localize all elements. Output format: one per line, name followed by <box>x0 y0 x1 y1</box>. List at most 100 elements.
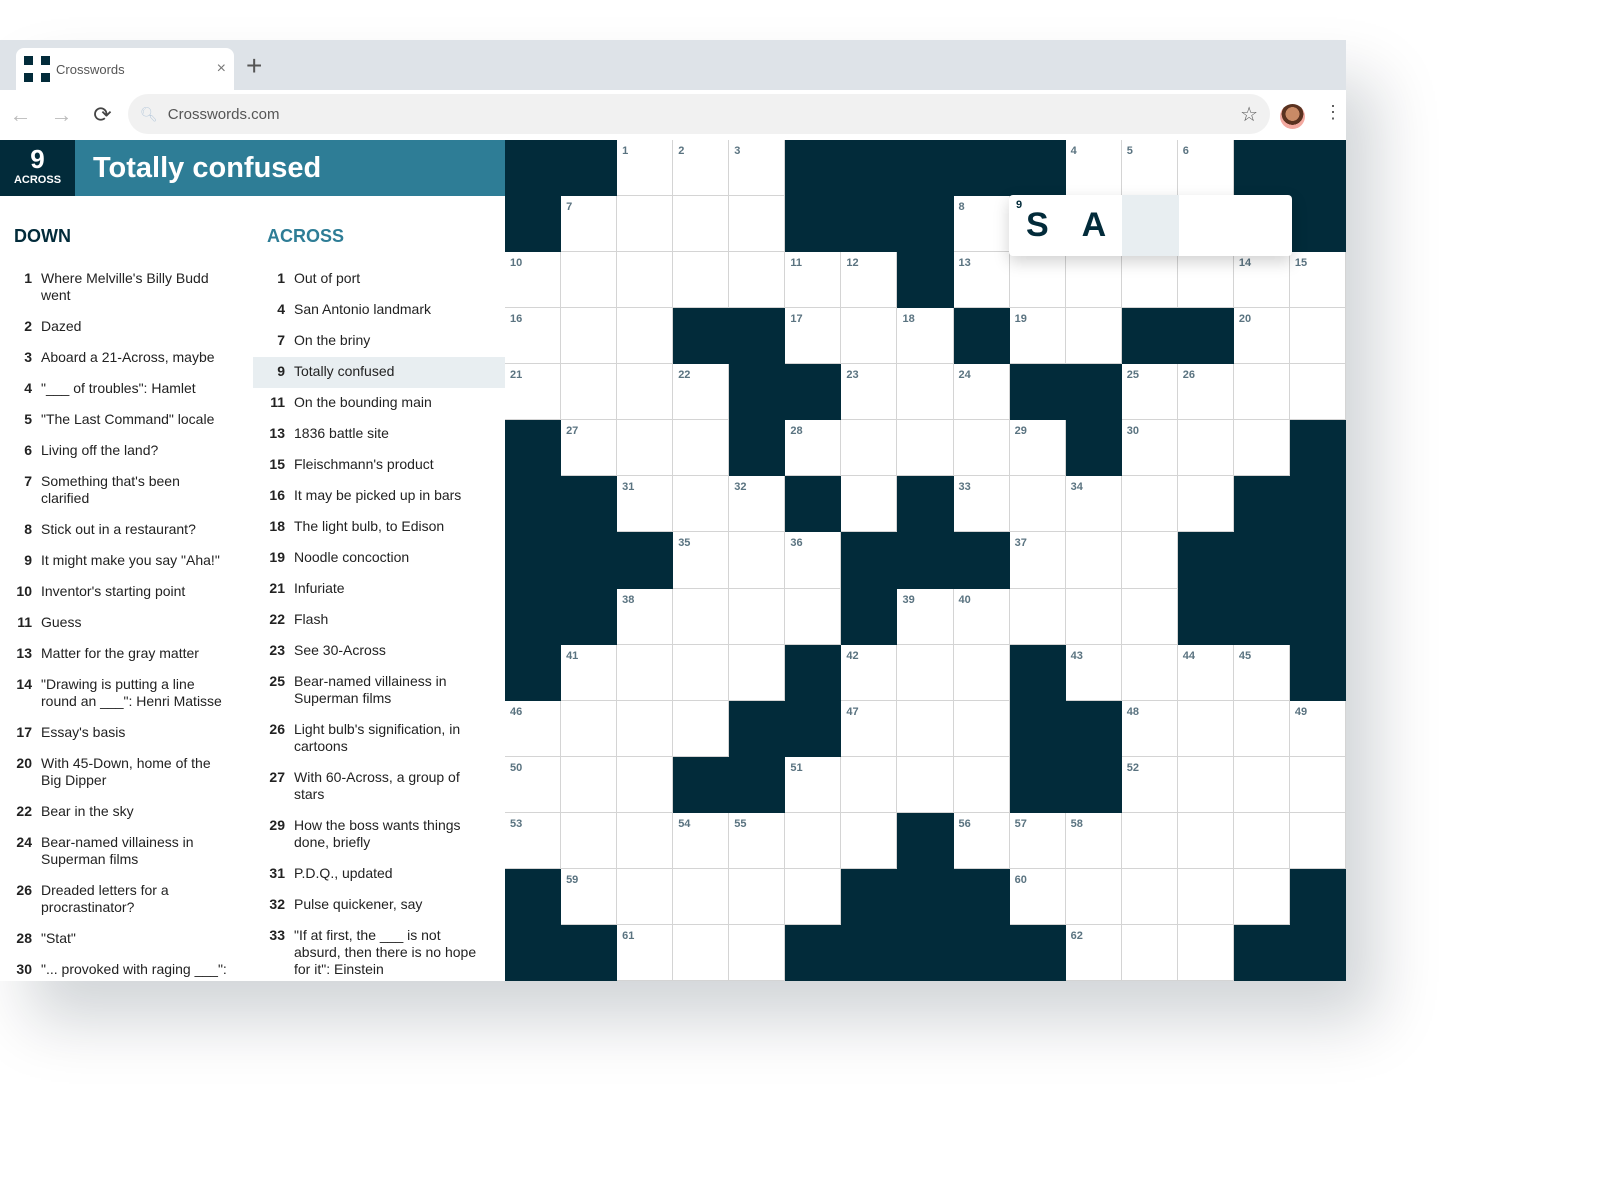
grid-cell[interactable] <box>617 252 674 309</box>
grid-cell[interactable]: 8 <box>953 196 1010 253</box>
kebab-menu-icon[interactable]: ⋮ <box>1324 102 1342 123</box>
grid-cell[interactable] <box>617 644 674 701</box>
clue-item[interactable]: 5 "The Last Command" locale <box>0 405 252 436</box>
clue-item[interactable]: 11 Guess <box>0 608 252 639</box>
forward-arrow-icon[interactable]: → <box>41 102 82 128</box>
grid-cell[interactable]: 58 <box>1065 812 1122 869</box>
back-arrow-icon[interactable]: ← <box>0 102 41 128</box>
grid-cell[interactable] <box>841 812 898 869</box>
grid-cell[interactable]: 50 <box>505 756 562 813</box>
address-bar[interactable]: 🔍︎ Crosswords.com ☆ <box>128 94 1270 134</box>
grid-cell[interactable] <box>617 364 674 421</box>
grid-cell[interactable] <box>1233 364 1290 421</box>
grid-cell[interactable] <box>729 868 786 925</box>
grid-cell[interactable]: 21 <box>505 364 562 421</box>
grid-cell[interactable]: 10 <box>505 252 562 309</box>
grid-cell[interactable]: 2 <box>673 140 730 197</box>
grid-cell[interactable] <box>953 644 1010 701</box>
grid-cell[interactable] <box>729 924 786 981</box>
grid-cell[interactable] <box>785 868 842 925</box>
grid-cell[interactable]: 44 <box>1177 644 1234 701</box>
grid-cell[interactable]: 62 <box>1065 924 1122 981</box>
clue-item[interactable]: 23 See 30-Across <box>253 636 505 667</box>
grid-cell[interactable] <box>1177 700 1234 757</box>
grid-cell[interactable] <box>673 420 730 477</box>
grid-cell[interactable] <box>729 252 786 309</box>
grid-cell[interactable] <box>1233 756 1290 813</box>
grid-cell[interactable]: 34 <box>1065 476 1122 533</box>
clue-item[interactable]: 22 Flash <box>253 605 505 636</box>
clue-item[interactable]: 11 On the bounding main <box>253 388 505 419</box>
clue-item[interactable]: 1 Out of port <box>253 264 505 295</box>
grid-cell[interactable]: 41 <box>561 644 618 701</box>
grid-cell[interactable] <box>561 252 618 309</box>
grid-cell[interactable]: 45 <box>1233 644 1290 701</box>
clue-item[interactable]: 3 Aboard a 21-Across, maybe <box>0 343 252 374</box>
grid-cell[interactable] <box>841 476 898 533</box>
avatar[interactable] <box>1280 104 1305 129</box>
grid-cell[interactable] <box>673 476 730 533</box>
grid-cell[interactable]: 30 <box>1121 420 1178 477</box>
grid-cell[interactable] <box>1065 308 1122 365</box>
grid-cell[interactable]: 28 <box>785 420 842 477</box>
clue-item[interactable]: 7 Something that's been clarified <box>0 467 252 515</box>
grid-cell[interactable]: 42 <box>841 644 898 701</box>
clue-item[interactable]: 2 Dazed <box>0 312 252 343</box>
clue-item[interactable]: 17 Essay's basis <box>0 718 252 749</box>
grid-cell[interactable] <box>1233 812 1290 869</box>
entry-cell[interactable]: 9S <box>1009 195 1066 256</box>
grid-cell[interactable] <box>953 420 1010 477</box>
clue-item[interactable]: 19 Noodle concoction <box>253 543 505 574</box>
tab-crosswords[interactable]: Crosswords × <box>16 48 234 90</box>
grid-cell[interactable] <box>1233 420 1290 477</box>
grid-cell[interactable] <box>561 364 618 421</box>
grid-cell[interactable]: 56 <box>953 812 1010 869</box>
clue-item[interactable]: 26 Light bulb's signification, in cartoon… <box>253 715 505 763</box>
grid-cell[interactable]: 55 <box>729 812 786 869</box>
grid-cell[interactable] <box>1177 924 1234 981</box>
grid-cell[interactable] <box>1121 252 1178 309</box>
grid-cell[interactable] <box>1121 644 1178 701</box>
clue-item[interactable]: 18 The light bulb, to Edison <box>253 512 505 543</box>
grid-cell[interactable] <box>561 308 618 365</box>
grid-cell[interactable]: 23 <box>841 364 898 421</box>
grid-cell[interactable] <box>561 756 618 813</box>
grid-cell[interactable] <box>1121 588 1178 645</box>
clue-item[interactable]: 26 Dreaded letters for a procrastinator? <box>0 876 252 924</box>
grid-cell[interactable] <box>673 588 730 645</box>
clue-item[interactable]: 8 Stick out in a restaurant? <box>0 515 252 546</box>
clue-item[interactable]: 10 Inventor's starting point <box>0 577 252 608</box>
grid-cell[interactable]: 5 <box>1121 140 1178 197</box>
clue-item[interactable]: 27 With 60-Across, a group of stars <box>253 763 505 811</box>
grid-cell[interactable] <box>1121 476 1178 533</box>
grid-cell[interactable]: 13 <box>953 252 1010 309</box>
grid-cell[interactable] <box>785 588 842 645</box>
grid-cell[interactable] <box>1177 476 1234 533</box>
grid-cell[interactable] <box>785 812 842 869</box>
grid-cell[interactable] <box>1009 588 1066 645</box>
grid-cell[interactable]: 39 <box>897 588 954 645</box>
grid-cell[interactable]: 25 <box>1121 364 1178 421</box>
grid-cell[interactable] <box>1009 476 1066 533</box>
grid-cell[interactable] <box>1289 756 1346 813</box>
grid-cell[interactable] <box>617 700 674 757</box>
grid-cell[interactable]: 35 <box>673 532 730 589</box>
grid-cell[interactable]: 26 <box>1177 364 1234 421</box>
grid-cell[interactable] <box>1177 868 1234 925</box>
grid-cell[interactable] <box>617 308 674 365</box>
entry-cell[interactable] <box>1179 195 1236 256</box>
grid-cell[interactable]: 31 <box>617 476 674 533</box>
grid-cell[interactable] <box>897 644 954 701</box>
grid-cell[interactable] <box>897 756 954 813</box>
grid-cell[interactable]: 24 <box>953 364 1010 421</box>
grid-cell[interactable] <box>729 644 786 701</box>
grid-cell[interactable] <box>1121 532 1178 589</box>
clue-item[interactable]: 13 Matter for the gray matter <box>0 639 252 670</box>
grid-cell[interactable] <box>1065 532 1122 589</box>
grid-cell[interactable]: 51 <box>785 756 842 813</box>
grid-cell[interactable] <box>1065 868 1122 925</box>
clue-item[interactable]: 20 With 45-Down, home of the Big Dipper <box>0 749 252 797</box>
clue-item[interactable]: 16 It may be picked up in bars <box>253 481 505 512</box>
clue-item[interactable]: 9 Totally confused <box>253 357 505 388</box>
grid-cell[interactable] <box>1289 308 1346 365</box>
